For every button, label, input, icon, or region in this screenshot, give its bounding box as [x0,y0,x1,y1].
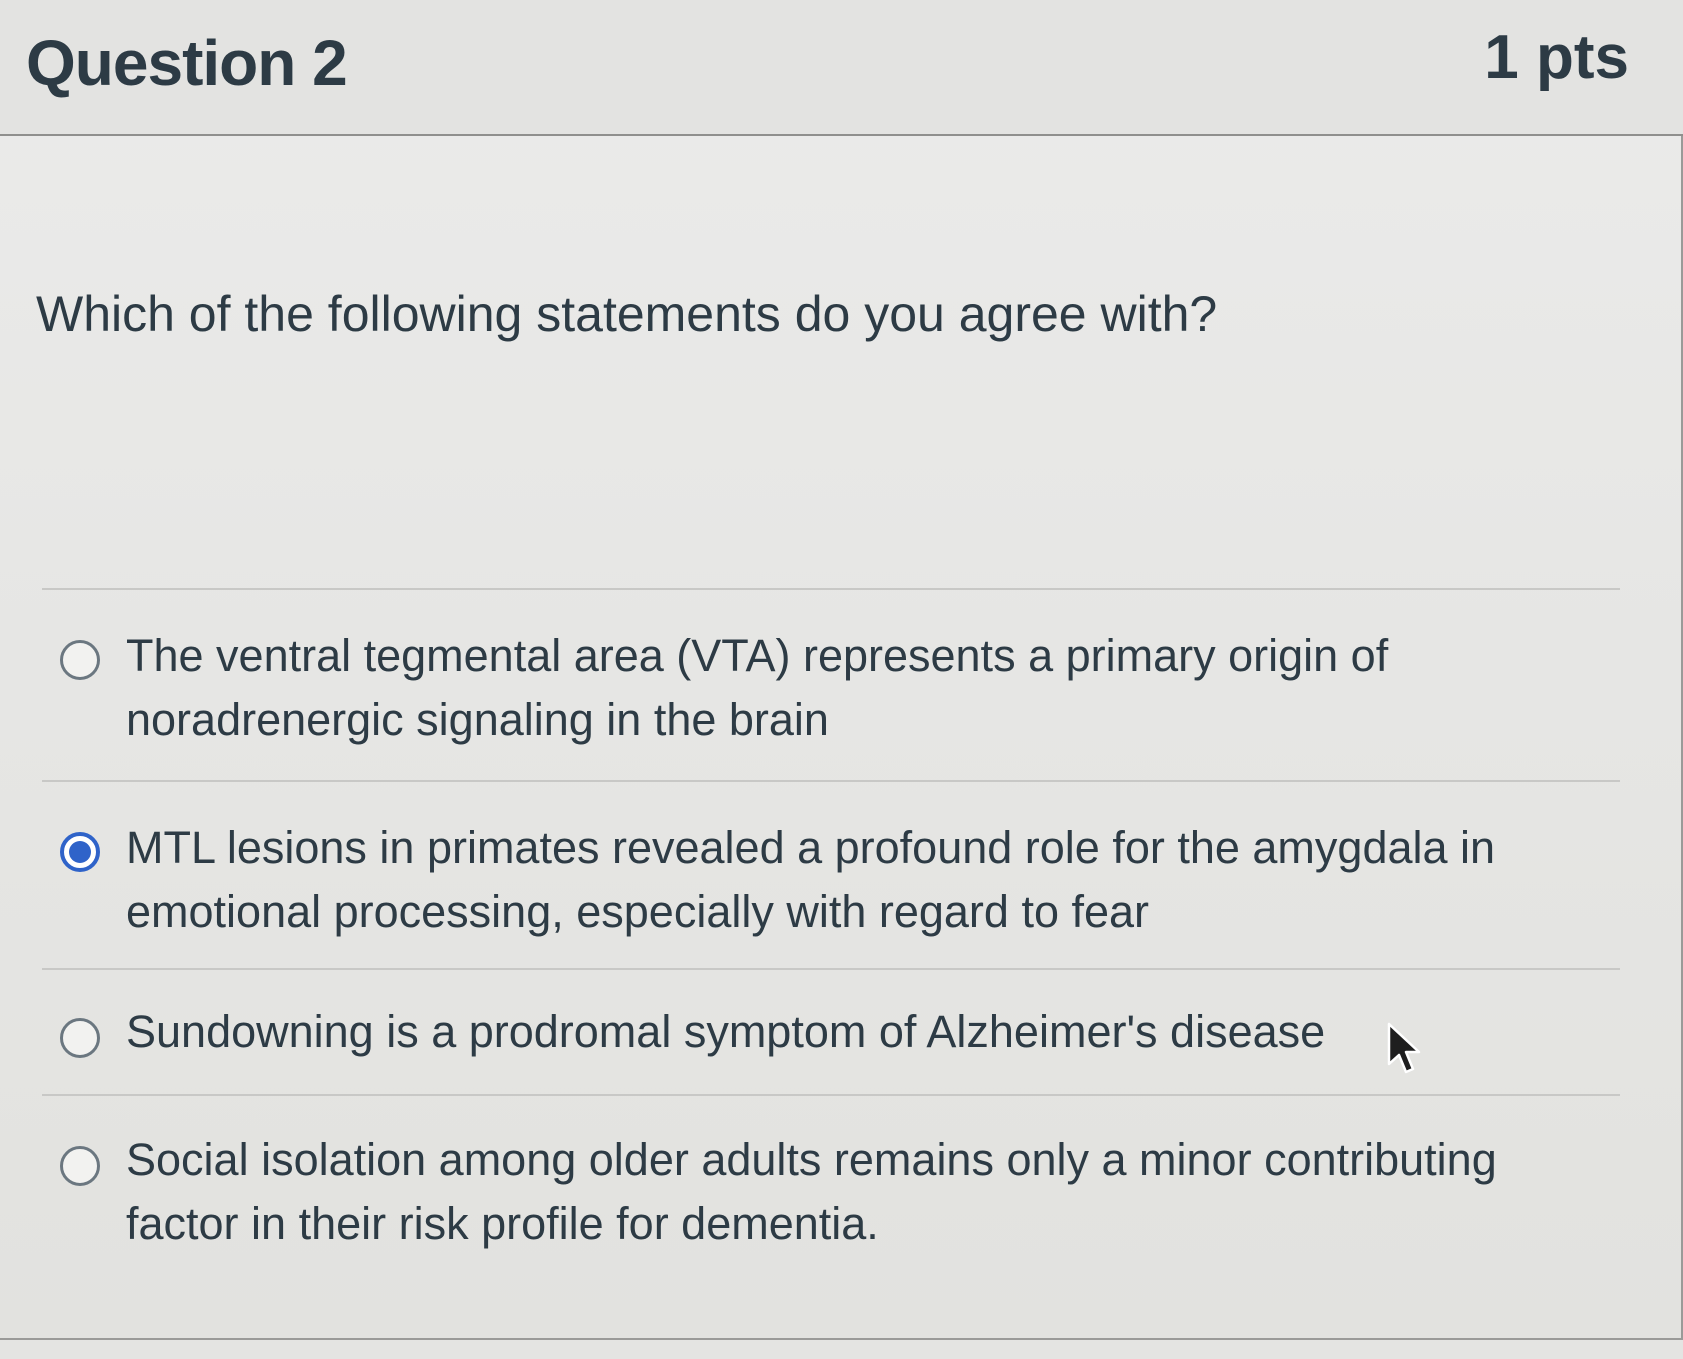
question-card: Question 2 1 pts Which of the following … [0,0,1683,1340]
radio-button-4[interactable] [60,1146,100,1186]
mouse-pointer-icon [1387,1022,1421,1074]
answer-option-2[interactable]: MTL lesions in primates revealed a profo… [42,782,1620,968]
question-points: 1 pts [1484,23,1629,92]
question-text: Which of the following statements do you… [36,286,1218,342]
radio-button-3[interactable] [60,1018,100,1058]
answer-option-1[interactable]: The ventral tegmental area (VTA) represe… [42,590,1620,780]
answer-label-1[interactable]: The ventral tegmental area (VTA) represe… [126,624,1520,752]
answer-option-4[interactable]: Social isolation among older adults rema… [42,1096,1620,1249]
answer-option-3[interactable]: Sundowning is a prodromal symptom of Alz… [42,970,1620,1094]
answer-label-2[interactable]: MTL lesions in primates revealed a profo… [126,816,1520,944]
radio-button-2-selected[interactable] [60,832,100,872]
radio-button-1[interactable] [60,640,100,680]
answer-label-3[interactable]: Sundowning is a prodromal symptom of Alz… [126,1000,1520,1064]
question-header: Question 2 1 pts [0,0,1683,136]
answer-label-4[interactable]: Social isolation among older adults rema… [126,1128,1520,1256]
question-title: Question 2 [26,27,348,99]
answer-list: The ventral tegmental area (VTA) represe… [42,588,1620,1249]
